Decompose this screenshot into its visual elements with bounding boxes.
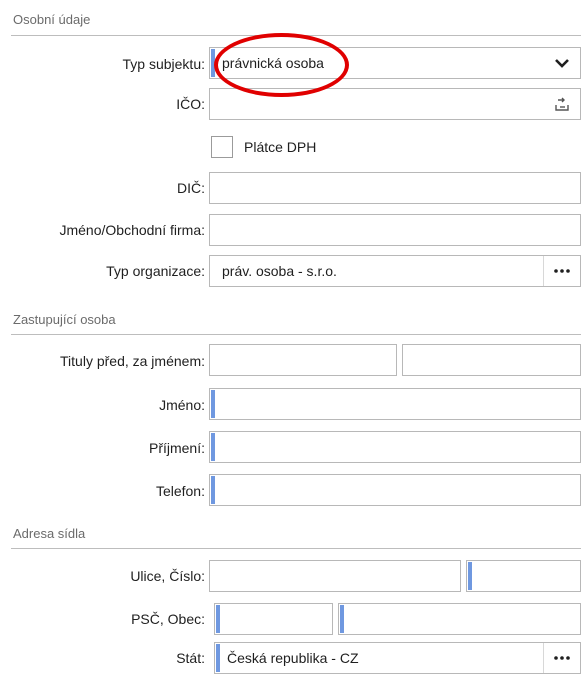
typ-subjektu-dropdown-button[interactable]: [544, 48, 580, 78]
ulice-input[interactable]: [209, 560, 461, 592]
titul-za-input[interactable]: [402, 344, 581, 376]
tituly-label: Tituly před, za jménem:: [60, 353, 205, 369]
prijmeni-input[interactable]: [209, 431, 581, 463]
titul-pred-input[interactable]: [209, 344, 397, 376]
obec-input[interactable]: [338, 603, 581, 635]
stat-value: Česká republika - CZ: [227, 650, 359, 666]
ellipsis-icon: [554, 269, 570, 273]
psc-input[interactable]: [214, 603, 333, 635]
ico-import-button[interactable]: [544, 89, 580, 119]
section-title-personal: Osobní údaje: [13, 12, 91, 27]
jmeno-firma-input[interactable]: [209, 214, 581, 246]
section-title-address: Adresa sídla: [13, 526, 86, 541]
ellipsis-icon: [554, 656, 570, 660]
psc-label: PSČ, Obec:: [131, 611, 205, 627]
jmeno-label: Jméno:: [159, 397, 205, 413]
ico-input[interactable]: [209, 88, 581, 120]
prijmeni-label: Příjmení:: [148, 440, 205, 456]
cislo-input[interactable]: [466, 560, 581, 592]
dic-label: DIČ:: [177, 180, 205, 196]
section-divider: [11, 35, 581, 36]
stat-more-button[interactable]: [543, 643, 580, 673]
jmeno-firma-label: Jméno/Obchodní firma:: [59, 222, 205, 238]
typ-subjektu-select[interactable]: právnická osoba: [209, 47, 581, 79]
typ-organizace-input[interactable]: práv. osoba - s.r.o.: [209, 255, 581, 287]
import-icon: [555, 97, 569, 111]
telefon-label: Telefon:: [155, 483, 205, 499]
stat-input[interactable]: Česká republika - CZ: [214, 642, 581, 674]
section-divider: [11, 334, 581, 335]
ico-label: IČO:: [176, 96, 205, 112]
section-title-representative: Zastupující osoba: [13, 312, 116, 327]
dic-input[interactable]: [209, 172, 581, 204]
platce-dph-checkbox[interactable]: [211, 136, 233, 158]
typ-organizace-more-button[interactable]: [543, 256, 580, 286]
typ-organizace-label: Typ organizace:: [106, 263, 205, 279]
platce-dph-label: Plátce DPH: [244, 139, 317, 155]
chevron-down-icon: [555, 59, 569, 68]
ulice-label: Ulice, Číslo:: [130, 568, 205, 584]
stat-label: Stát:: [176, 650, 205, 666]
jmeno-input[interactable]: [209, 388, 581, 420]
typ-subjektu-value: právnická osoba: [222, 55, 324, 71]
telefon-input[interactable]: [209, 474, 581, 506]
section-divider: [11, 548, 581, 549]
typ-subjektu-label: Typ subjektu:: [122, 56, 206, 72]
typ-organizace-value: práv. osoba - s.r.o.: [222, 263, 337, 279]
